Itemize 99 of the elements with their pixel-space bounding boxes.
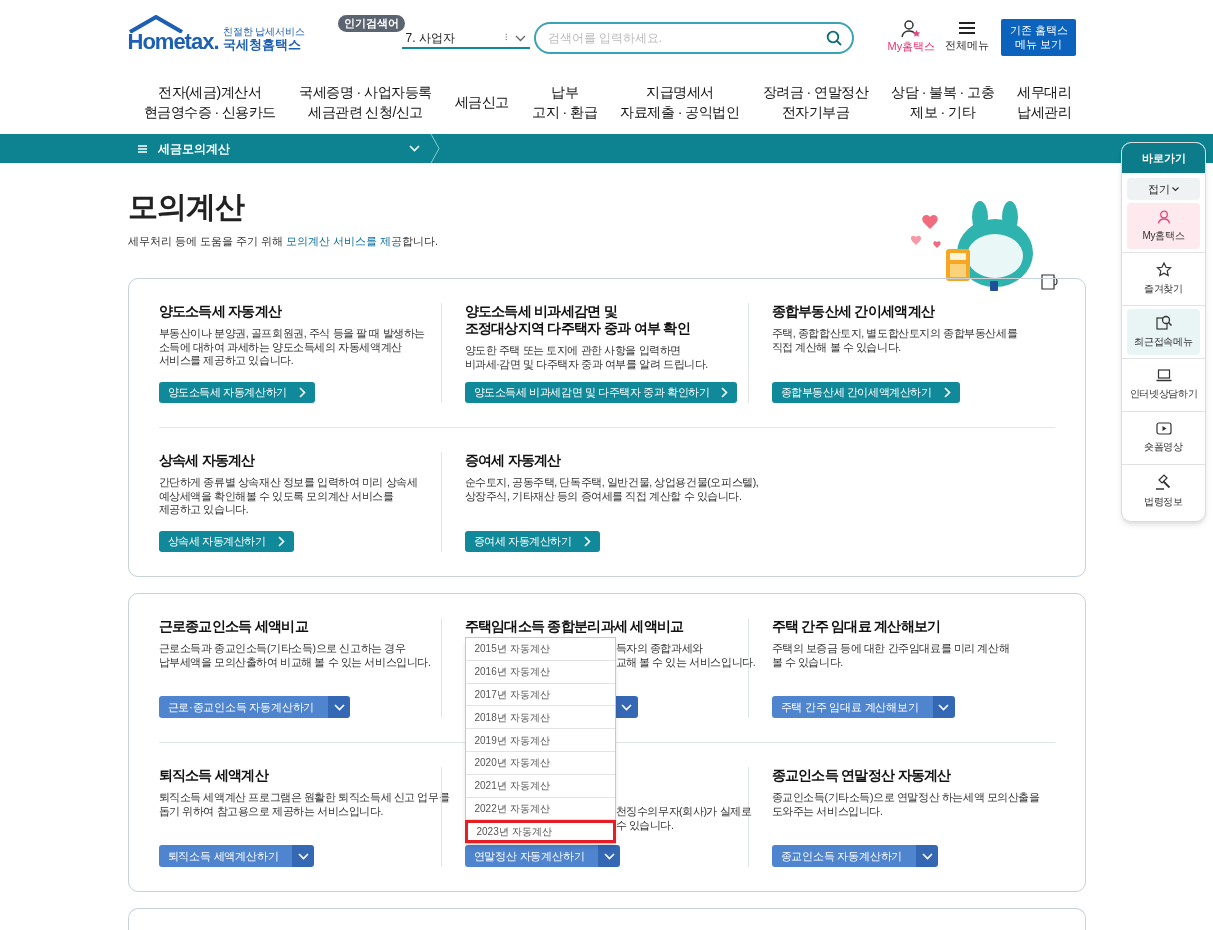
chevron-down-icon: [514, 34, 526, 42]
star-icon: [1155, 262, 1172, 277]
main-nav-item[interactable]: 전자(세금)계산서 현금영수증 · 신용카드: [143, 82, 276, 122]
search-icon[interactable]: [825, 30, 842, 46]
main-nav-item[interactable]: 납부 고지 · 환급: [532, 82, 598, 122]
quick-link-label[interactable]: 인터넷상담하기: [1129, 386, 1198, 401]
year-dropdown-toggle[interactable]: [328, 696, 351, 718]
page-intro: 세무처리 등에 도움을 주기 위해 모의계산 서비스를 제공합니다.: [127, 234, 439, 249]
service-description: 종교인소득(기타소득)으로 연말정산 하는세액 모의산출을 도와주는 서비스입니다.: [771, 791, 1040, 818]
main-nav-item[interactable]: 국세증명 · 사업자등록 세금관련 신청/신고: [299, 82, 432, 122]
year-option[interactable]: 2022년 자동계산: [465, 797, 615, 821]
service-title: 상속세 자동계산: [158, 452, 256, 469]
full-menu-button[interactable]: 전체메뉴: [945, 20, 990, 54]
chevron-right-icon: [277, 536, 285, 547]
year-option[interactable]: 2019년 자동계산: [465, 729, 615, 752]
service-title: 양도소득세 비과세감면 및 조정대상지역 다주택자 중과 여부 확인: [464, 303, 692, 337]
year-option[interactable]: 2023년 자동계산: [464, 820, 616, 844]
service-description: 양도한 주택 또는 토지에 관한 사항을 입력하면 비과세·감면 및 다주택자 중과 여부를 알려 드립니다.: [464, 344, 708, 371]
service-title: 근로종교인소득 세액비교: [158, 618, 310, 635]
chevron-down-icon: [603, 852, 615, 860]
quick-link-label[interactable]: 최근접속메뉴: [1134, 334, 1193, 349]
chevron-right-icon: [298, 387, 306, 398]
search-field[interactable]: 검색어를 입력하세요.: [533, 22, 854, 54]
main-nav-item[interactable]: 세무대리 납세관리: [1017, 82, 1072, 122]
chevron-down-icon: [938, 703, 950, 711]
chevron-down-icon: [408, 145, 420, 152]
service-title: 증여세 자동계산: [464, 452, 562, 469]
calculate-button[interactable]: 퇴직소득 세액계산하기: [158, 845, 293, 867]
year-dropdown-toggle[interactable]: [916, 845, 939, 867]
logo-name: 국세청홈택스: [222, 37, 302, 53]
chevron-right-icon: [721, 387, 729, 398]
quick-links-title: 바로가기: [1122, 143, 1205, 173]
service-description: 순수토지, 공동주택, 단독주택, 일반건물, 상업용건물(오피스텔), 상장주식, 기타재산 등의 증여세를 직접 계산할 수 있습니다.: [464, 476, 759, 503]
quick-link-label[interactable]: 법령정보: [1144, 493, 1183, 509]
service-title: 주택임대소득 종합분리과세 세액비교: [464, 618, 685, 635]
breadcrumb-dropdown[interactable]: 세금모의계산: [127, 134, 430, 163]
service-description: 득자의 종합과세와 교해 볼 수 있는 서비스입니다.: [615, 642, 756, 669]
quick-link-label[interactable]: My홈택스: [1142, 227, 1185, 243]
menu-icon: [959, 20, 976, 35]
service-description: 천징수의무자(회사)가 실제로 수 있습니다.: [615, 805, 752, 832]
service-title: 종합부동산세 간이세액계산: [771, 303, 936, 320]
calculate-button[interactable]: 상속세 자동계산하기: [158, 531, 294, 552]
page-title: 모의계산: [127, 189, 245, 225]
menu-icon: [137, 144, 147, 153]
calculate-button[interactable]: 연말정산 자동계산하기: [464, 845, 599, 867]
logo-wordmark: Hometax.: [127, 31, 219, 53]
calculate-button[interactable]: 양도소득세 비과세감면 및 다주택자 중과 확인하기: [464, 382, 738, 403]
service-description: 부동산이나 분양권, 골프회원권, 주식 등을 팔 때 발생하는 소득에 대하여 과세하는 양도소득세의 자동세액계산 서비스를 제공하고 있습니다.: [158, 327, 425, 368]
my-hometax-link[interactable]: My홈택스: [887, 19, 936, 55]
popular-search-badge: 인기검색어: [337, 15, 405, 32]
document-search-icon: [1155, 315, 1172, 330]
year-option[interactable]: 2017년 자동계산: [465, 683, 615, 707]
chevron-down-icon: [621, 703, 632, 711]
service-description: 간단하게 종류별 상속재산 정보를 입력하여 미리 상속세 예상세액을 확인해볼 수 있도록 모의계산 서비스를 제공하고 있습니다.: [158, 476, 418, 517]
calculate-button[interactable]: 종합부동산세 간이세액계산하기: [771, 382, 960, 403]
year-option[interactable]: 2015년 자동계산: [465, 638, 615, 661]
person-star-icon: [901, 19, 922, 38]
legacy-menu-button[interactable]: 기존 홈택스 메뉴 보기: [1001, 18, 1077, 56]
service-description: 주택의 보증금 등에 대한 간주임대료를 미리 계산해 볼 수 있습니다.: [771, 642, 1010, 669]
house-icon: [127, 15, 184, 33]
main-nav-item[interactable]: 세금신고: [454, 92, 509, 112]
chevron-right-icon: [583, 536, 591, 547]
calculate-button[interactable]: 종교인소득 자동계산하기: [771, 845, 917, 867]
main-nav-item[interactable]: 지급명세서 자료제출 · 공익법인: [620, 82, 740, 122]
year-option[interactable]: 2016년 자동계산: [465, 660, 615, 684]
calculate-button[interactable]: 주택 간주 임대료 계산해보기: [771, 696, 933, 718]
popular-keyword-select[interactable]: 7. 사업자 ⁝: [401, 29, 530, 49]
logo-tagline: 친절한 납세서비스: [222, 26, 306, 37]
service-title: 종교인소득 연말정산 자동계산: [771, 767, 952, 784]
calculate-button[interactable]: 근로·종교인소득 자동계산하기: [158, 696, 329, 718]
quick-link-label[interactable]: 숏폼영상: [1144, 439, 1183, 454]
main-nav-item[interactable]: 상담 · 불복 · 고충 제보 · 기타: [891, 82, 995, 122]
service-title: 퇴직소득 세액계산: [158, 767, 270, 784]
year-option[interactable]: 2020년 자동계산: [465, 752, 615, 775]
breadcrumb-separator-icon: [429, 134, 440, 163]
fold-button[interactable]: 접기: [1127, 178, 1200, 200]
main-nav-item[interactable]: 장려금 · 연말정산 전자기부금: [762, 82, 868, 122]
year-dropdown-toggle[interactable]: [615, 696, 638, 718]
year-dropdown-toggle[interactable]: [292, 845, 315, 867]
service-description: 주택, 종합합산토지, 별도합산토지의 종합부동산세를 직접 계산해 볼 수 있습니다.: [771, 327, 1018, 354]
year-option[interactable]: 2021년 자동계산: [465, 774, 615, 798]
chevron-down-icon: [1172, 186, 1179, 192]
calculate-button[interactable]: 양도소득세 자동계산하기: [158, 382, 315, 403]
laptop-icon: [1155, 369, 1172, 382]
chevron-down-icon: [333, 703, 345, 711]
person-icon: [1156, 209, 1171, 224]
service-title: 양도소득세 자동계산: [158, 303, 283, 320]
quick-link-label[interactable]: 즐겨찾기: [1144, 281, 1183, 296]
play-icon: [1155, 422, 1172, 435]
chevron-down-icon: [921, 852, 933, 860]
service-description: 근로소득과 종교인소득(기타소득)으로 신고하는 경우 납부세액을 모의산출하여 비교해 볼 수 있는 서비스입니다.: [158, 642, 431, 669]
year-dropdown-toggle[interactable]: [598, 845, 621, 867]
chevron-down-icon: [297, 852, 309, 860]
calculate-button[interactable]: 증여세 자동계산하기: [464, 531, 600, 552]
year-option[interactable]: 2018년 자동계산: [465, 706, 615, 730]
service-title: 주택 간주 임대료 계산해보기: [771, 618, 942, 635]
gavel-icon: [1154, 473, 1173, 490]
chevron-right-icon: [943, 387, 951, 398]
year-dropdown-toggle[interactable]: [932, 696, 955, 718]
